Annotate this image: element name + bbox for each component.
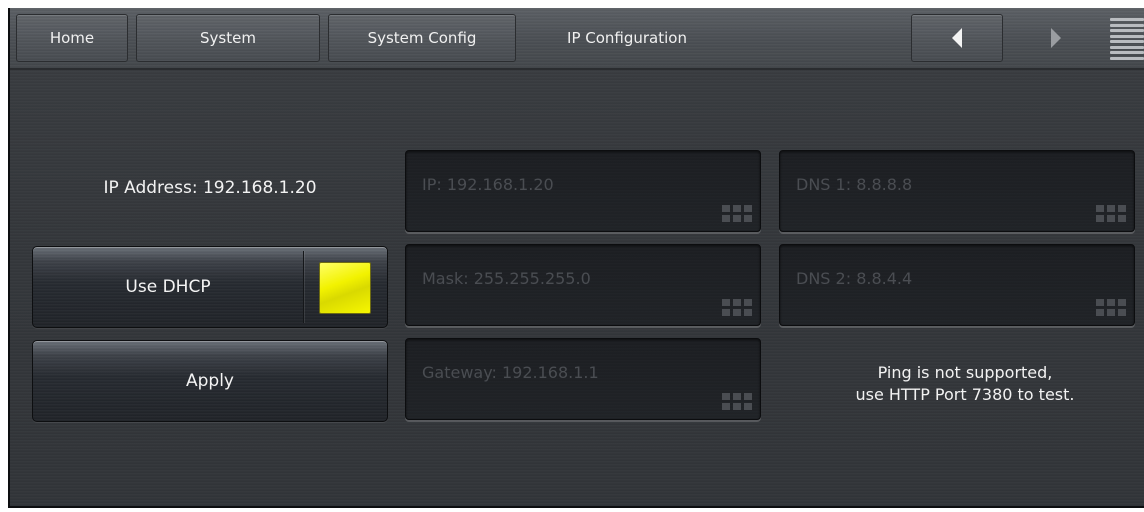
apply-label: Apply xyxy=(186,371,234,391)
tab-system-config-label: System Config xyxy=(367,29,477,47)
top-nav-bar: Home System System Config IP Configurati… xyxy=(10,8,1144,70)
ip-field-text: IP: 192.168.1.20 xyxy=(422,175,554,194)
ping-note: Ping is not supported, use HTTP Port 738… xyxy=(800,362,1130,406)
keypad-icon xyxy=(722,393,752,411)
back-button[interactable] xyxy=(911,14,1003,62)
ip-field[interactable]: IP: 192.168.1.20 xyxy=(405,150,761,232)
mask-field[interactable]: Mask: 255.255.255.0 xyxy=(405,244,761,326)
use-dhcp-button[interactable]: Use DHCP xyxy=(32,246,388,328)
ping-note-line2: use HTTP Port 7380 to test. xyxy=(855,385,1075,404)
dns1-field[interactable]: DNS 1: 8.8.8.8 xyxy=(779,150,1135,232)
triangle-right-icon xyxy=(1051,28,1061,48)
dns2-field-text: DNS 2: 8.8.4.4 xyxy=(796,269,913,288)
dhcp-checkbox-indicator[interactable] xyxy=(319,262,371,314)
ip-address-label: IP Address: 192.168.1.20 xyxy=(103,178,317,198)
ping-note-line1: Ping is not supported, xyxy=(877,363,1053,382)
app-window: Home System System Config IP Configurati… xyxy=(8,8,1144,508)
apply-button[interactable]: Apply xyxy=(32,340,388,422)
breadcrumb-current-page: IP Configuration xyxy=(522,14,732,62)
keypad-icon xyxy=(722,205,752,223)
keypad-icon xyxy=(1096,205,1126,223)
tab-home[interactable]: Home xyxy=(16,14,128,62)
triangle-left-icon xyxy=(952,28,962,48)
tab-home-label: Home xyxy=(49,29,95,47)
gateway-field[interactable]: Gateway: 192.168.1.1 xyxy=(405,338,761,420)
gateway-field-text: Gateway: 192.168.1.1 xyxy=(422,363,599,382)
dns1-field-text: DNS 1: 8.8.8.8 xyxy=(796,175,913,194)
keypad-icon xyxy=(1096,299,1126,317)
tab-system-config[interactable]: System Config xyxy=(328,14,516,62)
dns2-field[interactable]: DNS 2: 8.8.4.4 xyxy=(779,244,1135,326)
tab-system-label: System xyxy=(200,29,256,47)
mask-field-text: Mask: 255.255.255.0 xyxy=(422,269,591,288)
tab-system[interactable]: System xyxy=(136,14,320,62)
use-dhcp-label: Use DHCP xyxy=(125,277,211,297)
keypad-icon xyxy=(722,299,752,317)
hamburger-menu-icon[interactable] xyxy=(1110,16,1144,62)
current-page-title: IP Configuration xyxy=(567,29,687,47)
dhcp-separator xyxy=(303,251,304,323)
forward-button[interactable] xyxy=(1010,14,1102,62)
